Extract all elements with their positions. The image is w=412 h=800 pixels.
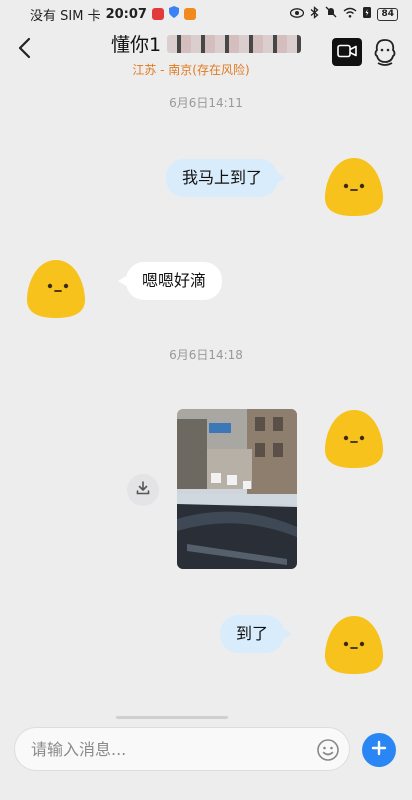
plus-icon <box>371 740 387 760</box>
my-avatar[interactable] <box>322 614 386 676</box>
timestamp: 6月6日14:18 <box>169 348 243 362</box>
download-button[interactable] <box>127 474 159 506</box>
message-bubble-outgoing[interactable]: 我马上到了 <box>166 159 287 197</box>
chat-header: 懂你1 江苏 - 南京(存在风险) <box>0 28 412 80</box>
image-message[interactable] <box>177 409 297 569</box>
message-input[interactable] <box>14 727 350 771</box>
wifi-icon <box>343 7 357 22</box>
more-options-button[interactable] <box>362 733 396 767</box>
contact-profile-button[interactable] <box>372 38 398 66</box>
app-notification-icon <box>183 8 196 20</box>
emoji-button[interactable] <box>316 738 340 762</box>
battery-indicator: 84 <box>377 7 398 21</box>
scroll-indicator <box>116 716 228 719</box>
contact-avatar[interactable] <box>24 258 88 320</box>
contact-name: 懂你1 <box>110 30 302 57</box>
status-bar: 没有 SIM 卡 20:07 84 <box>0 0 412 28</box>
video-call-icon <box>337 43 357 62</box>
clock: 20:07 <box>105 6 147 22</box>
eye-icon <box>290 7 305 22</box>
my-avatar[interactable] <box>322 408 386 470</box>
carrier-text: 没有 SIM 卡 <box>30 8 101 24</box>
emoji-icon <box>316 739 340 766</box>
download-icon <box>135 480 151 500</box>
timestamp: 6月6日14:11 <box>169 96 243 110</box>
video-call-button[interactable] <box>332 38 362 66</box>
battery-saver-icon <box>363 6 372 22</box>
shield-notification-icon <box>168 6 179 22</box>
contact-profile-icon <box>372 39 398 70</box>
my-avatar[interactable] <box>322 156 386 218</box>
bluetooth-icon <box>310 5 319 23</box>
message-composer <box>0 722 412 800</box>
redacted-name <box>167 34 302 53</box>
mute-icon <box>325 6 337 22</box>
app-notification-icon <box>151 8 164 20</box>
message-bubble-outgoing[interactable]: 到了 <box>220 615 293 653</box>
message-bubble-incoming[interactable]: 嗯嗯好滴 <box>117 262 223 300</box>
contact-name-text: 懂你1 <box>110 34 162 56</box>
